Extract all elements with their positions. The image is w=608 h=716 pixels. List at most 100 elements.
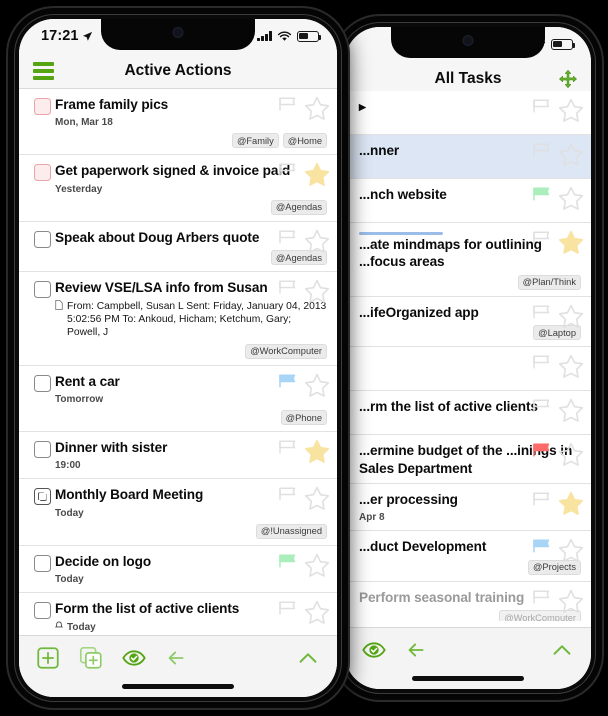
star-slot[interactable] (557, 185, 585, 211)
star-icon[interactable] (557, 185, 585, 211)
checkbox-wrap[interactable] (29, 96, 55, 115)
star-slot[interactable] (557, 397, 585, 423)
task-list-left[interactable]: Frame family pics Mon, Mar 18 @Family @Home… (19, 89, 337, 635)
flag-slot[interactable] (273, 278, 301, 304)
star-slot[interactable] (303, 485, 331, 511)
flag-icon[interactable] (273, 552, 301, 578)
context-tag[interactable]: @Phone (280, 410, 327, 426)
star-icon[interactable] (557, 441, 585, 467)
task-checkbox-icon[interactable] (33, 602, 51, 620)
star-icon[interactable] (557, 141, 585, 167)
task-row[interactable]: ▸ (345, 91, 591, 135)
flag-slot[interactable] (273, 599, 301, 625)
star-slot[interactable] (303, 278, 331, 304)
task-row[interactable]: Decide on logo Today (19, 545, 337, 594)
hamburger-menu-icon[interactable] (33, 61, 54, 80)
task-checkbox-icon[interactable] (33, 441, 51, 459)
task-checkbox-icon[interactable] (33, 230, 51, 248)
flag-icon[interactable] (527, 97, 555, 123)
back-arrow-icon[interactable] (404, 637, 430, 663)
flag-slot[interactable] (527, 97, 555, 123)
star-slot[interactable] (557, 441, 585, 467)
checkbox-wrap[interactable] (29, 600, 55, 620)
task-row[interactable]: ...nch website (345, 179, 591, 223)
flag-slot[interactable] (527, 537, 555, 563)
star-slot[interactable] (557, 588, 585, 614)
task-row[interactable]: ...rm the list of active clients (345, 391, 591, 436)
flag-icon[interactable] (527, 141, 555, 167)
task-row[interactable]: ...ifeOrganized app @Laptop (345, 296, 591, 348)
flag-slot[interactable] (527, 141, 555, 167)
checkbox-wrap[interactable] (29, 553, 55, 572)
flag-icon[interactable] (527, 441, 555, 467)
flag-slot[interactable] (273, 485, 301, 511)
task-row[interactable]: Review VSE/LSA info from Susan From: Camp… (19, 272, 337, 366)
star-slot[interactable] (303, 599, 331, 625)
context-tag[interactable]: @Family (231, 133, 279, 149)
star-icon[interactable] (557, 303, 585, 329)
task-row[interactable]: Frame family pics Mon, Mar 18 @Family @Home (19, 89, 337, 156)
flag-slot[interactable] (273, 438, 301, 464)
task-row[interactable]: Form the list of active clients Today (19, 593, 337, 635)
star-slot[interactable] (557, 141, 585, 167)
star-slot[interactable] (557, 353, 585, 379)
checkbox-wrap[interactable] (29, 279, 55, 299)
back-arrow-icon[interactable] (164, 645, 190, 671)
task-checkbox-icon[interactable] (33, 164, 51, 182)
task-row[interactable]: Get paperwork signed & invoice paid Yeste… (19, 155, 337, 222)
eye-check-icon[interactable] (121, 645, 147, 671)
star-icon[interactable] (557, 537, 585, 563)
task-row[interactable]: Monthly Board Meeting Today @!Unassigned (19, 479, 337, 546)
context-tag[interactable]: @Plan/Think (517, 274, 581, 290)
task-row[interactable]: ...ate mindmaps for outlining ...focus a… (345, 223, 591, 297)
star-icon[interactable] (303, 228, 331, 254)
flag-icon[interactable] (273, 372, 301, 398)
flag-icon[interactable] (273, 278, 301, 304)
flag-slot[interactable] (527, 185, 555, 211)
star-icon[interactable] (303, 278, 331, 304)
star-icon[interactable] (303, 438, 331, 464)
star-slot[interactable] (303, 372, 331, 398)
star-icon[interactable] (557, 353, 585, 379)
star-icon[interactable] (557, 229, 585, 255)
star-icon[interactable] (303, 372, 331, 398)
context-tag[interactable]: @WorkComputer (245, 343, 327, 359)
context-tag[interactable]: @Home (282, 133, 327, 149)
flag-icon[interactable] (273, 438, 301, 464)
move-four-arrows-icon[interactable] (557, 68, 579, 90)
task-row[interactable]: ...er processing Apr 8 (345, 483, 591, 532)
flag-icon[interactable] (527, 397, 555, 423)
flag-slot[interactable] (527, 303, 555, 329)
flag-slot[interactable] (273, 228, 301, 254)
checkbox-wrap[interactable] (29, 229, 55, 248)
star-slot[interactable] (303, 552, 331, 578)
eye-check-icon[interactable] (361, 637, 387, 663)
star-slot[interactable] (557, 97, 585, 123)
star-icon[interactable] (557, 490, 585, 516)
star-icon[interactable] (303, 161, 331, 187)
task-row[interactable] (345, 347, 591, 392)
chevron-up-icon[interactable] (295, 645, 321, 671)
context-tag[interactable]: @Agendas (270, 199, 327, 215)
task-row[interactable]: Rent a car Tomorrow @Phone (19, 365, 337, 433)
flag-icon[interactable] (527, 185, 555, 211)
checkbox-wrap[interactable] (29, 486, 55, 506)
flag-icon[interactable] (273, 485, 301, 511)
chevron-up-icon[interactable] (549, 637, 575, 663)
star-slot[interactable] (557, 537, 585, 563)
star-slot[interactable] (557, 490, 585, 516)
task-checkbox-icon[interactable] (33, 281, 51, 299)
flag-slot[interactable] (527, 588, 555, 614)
task-row[interactable]: Speak about Doug Arbers quote @Agendas (19, 221, 337, 273)
flag-icon[interactable] (527, 490, 555, 516)
flag-icon[interactable] (527, 537, 555, 563)
star-slot[interactable] (303, 161, 331, 187)
task-row[interactable]: Dinner with sister 19:00 (19, 432, 337, 480)
flag-icon[interactable] (527, 588, 555, 614)
star-icon[interactable] (557, 588, 585, 614)
flag-slot[interactable] (527, 397, 555, 423)
flag-icon[interactable] (527, 353, 555, 379)
flag-icon[interactable] (273, 95, 301, 121)
star-slot[interactable] (303, 95, 331, 121)
flag-slot[interactable] (527, 490, 555, 516)
